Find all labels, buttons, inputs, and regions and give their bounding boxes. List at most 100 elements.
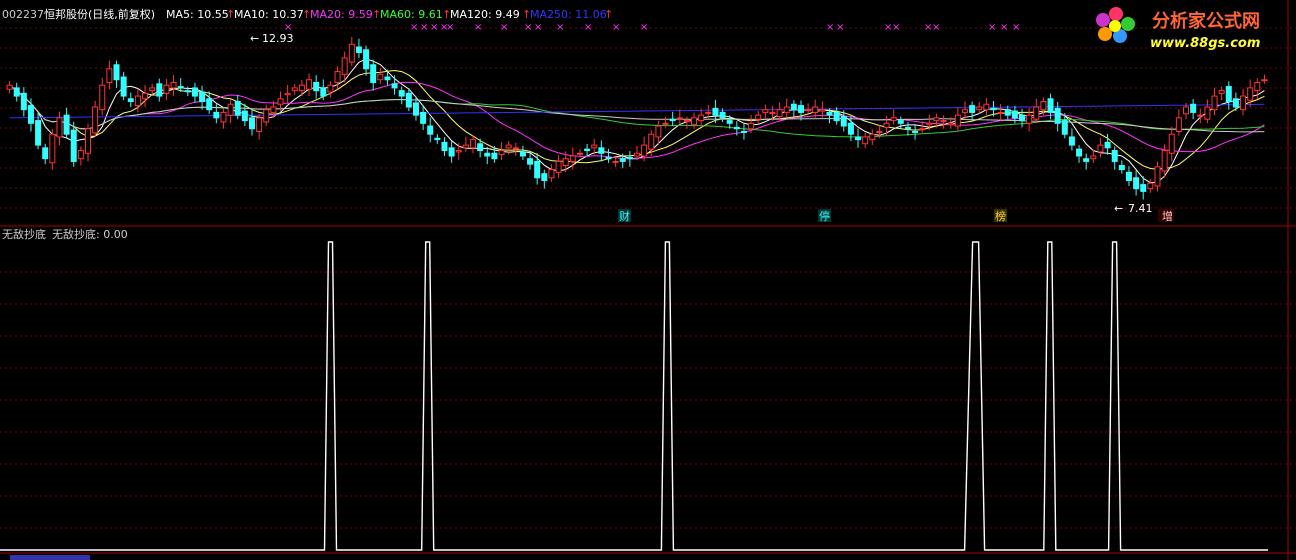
candle — [869, 133, 876, 141]
candle — [790, 103, 797, 111]
candle — [363, 49, 370, 70]
candle — [534, 160, 541, 179]
candle — [548, 169, 555, 179]
candle — [391, 83, 398, 89]
candle — [840, 116, 847, 127]
candle — [926, 122, 933, 126]
candle — [191, 87, 198, 97]
candle — [676, 117, 683, 120]
ma-legend-item: MA60: 9.61 — [380, 8, 443, 21]
candle — [106, 68, 113, 83]
candle — [797, 105, 804, 113]
candle — [769, 111, 776, 114]
candle — [1183, 106, 1190, 115]
event-marker-ting[interactable]: 停 — [818, 209, 831, 223]
candle — [833, 111, 840, 122]
candle — [1083, 158, 1090, 162]
candle — [241, 110, 248, 122]
candle — [177, 86, 184, 89]
candle — [883, 122, 890, 128]
candle — [149, 87, 156, 92]
svg-text:增: 增 — [1162, 209, 1173, 223]
cross-marker: × — [1000, 22, 1008, 33]
candle — [1040, 101, 1047, 111]
candle — [598, 147, 605, 154]
candle — [327, 84, 334, 93]
candle — [220, 111, 227, 123]
candle — [527, 158, 534, 165]
candle — [1011, 110, 1018, 119]
date-scroll-indicator[interactable] — [10, 555, 90, 560]
cross-marker: × — [410, 22, 418, 33]
cross-marker: × — [932, 22, 940, 33]
candle — [284, 92, 291, 96]
moving-average-lines — [9, 58, 1265, 184]
candle — [127, 98, 134, 103]
candle — [320, 87, 327, 97]
candle — [470, 139, 477, 149]
event-marker-zeng[interactable]: 增 — [1158, 209, 1174, 223]
candle — [940, 120, 947, 123]
candle — [462, 144, 469, 149]
event-marker-bang[interactable]: 榜 — [994, 209, 1007, 223]
candle — [441, 141, 448, 152]
cross-marker: × — [612, 22, 620, 33]
candle — [42, 147, 49, 160]
candle — [170, 81, 177, 89]
candle — [755, 114, 762, 120]
candle — [1254, 81, 1261, 92]
candle — [427, 125, 434, 135]
candle — [541, 173, 548, 181]
candle — [954, 114, 961, 127]
candle — [56, 117, 63, 138]
candle — [591, 144, 598, 149]
candle — [605, 156, 612, 160]
ma-legend-item: MA120: 9.49 — [450, 8, 520, 21]
candle — [919, 128, 926, 131]
candle — [477, 143, 484, 152]
indicator-value: 无敌抄底: 0.00 — [52, 227, 128, 241]
candle — [370, 64, 377, 83]
candle — [576, 152, 583, 155]
candle — [13, 87, 20, 97]
candle — [163, 84, 170, 94]
cross-marker: × — [988, 22, 996, 33]
candle — [626, 156, 633, 160]
ma-legend-item: MA250: 11.06 — [530, 8, 607, 21]
candle — [1133, 177, 1140, 190]
candle — [1026, 114, 1033, 124]
candle — [1054, 107, 1061, 124]
candle — [947, 122, 954, 126]
high-price-label: 12.93 — [262, 32, 294, 45]
cross-marker: × — [500, 22, 508, 33]
candle — [1090, 155, 1097, 160]
candle — [263, 109, 270, 123]
candle — [1161, 150, 1168, 172]
ma-legend-item: MA20: 9.59 — [310, 8, 373, 21]
candle — [398, 90, 405, 97]
candle — [1004, 109, 1011, 116]
candle — [1019, 114, 1026, 122]
candle — [698, 114, 705, 122]
candle — [876, 130, 883, 133]
candle — [505, 144, 512, 149]
candle — [1097, 144, 1104, 153]
candle — [1225, 86, 1232, 103]
cross-marker: × — [446, 22, 454, 33]
candle — [912, 130, 919, 133]
candle — [92, 106, 99, 134]
candle — [227, 103, 234, 116]
candle — [1218, 90, 1225, 94]
candle — [976, 106, 983, 111]
candle — [291, 87, 298, 92]
cross-marker: × — [420, 22, 428, 33]
candle — [961, 109, 968, 113]
candle — [897, 120, 904, 124]
candle — [1068, 136, 1075, 146]
low-price-label: 7.41 — [1128, 202, 1153, 215]
cross-marker: × — [524, 22, 532, 33]
candle — [904, 126, 911, 130]
stock-chart[interactable]: 002237 恒邦股份(日线,前复权) MA5: 10.55 ↑ MA10: 10.… — [0, 0, 1296, 560]
candle — [1168, 133, 1175, 154]
event-marker-cai[interactable]: 财 — [618, 209, 631, 223]
